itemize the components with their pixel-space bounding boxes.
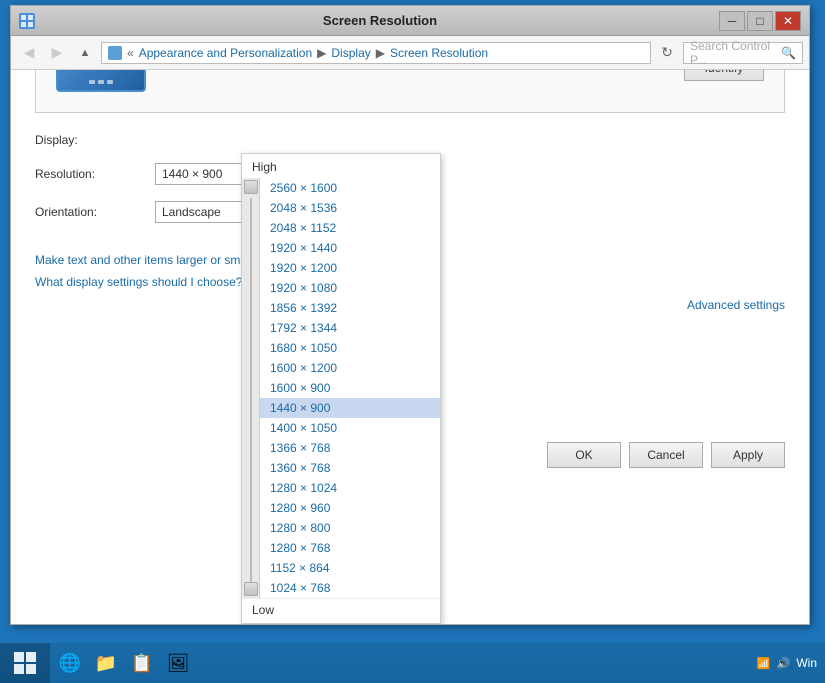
taskbar-icon-ie[interactable]: 🌐 <box>54 647 86 679</box>
minimize-button[interactable]: ─ <box>719 11 745 31</box>
close-button[interactable]: ✕ <box>775 11 801 31</box>
breadcrumb-appearance[interactable]: Appearance and Personalization <box>139 46 312 60</box>
dialog-buttons: OK Cancel Apply <box>547 442 785 468</box>
advanced-settings-link[interactable]: Advanced settings <box>687 298 785 312</box>
content-area: Change the appearance of your display 1 … <box>11 70 809 624</box>
display-value <box>155 133 785 147</box>
taskbar-icons: 🌐 📁 📋 🖼 <box>50 647 198 679</box>
refresh-button[interactable]: ↻ <box>655 41 679 65</box>
monitor-area: 1 Detect Identify <box>35 70 785 113</box>
resolution-value: 1440 × 900 <box>162 167 222 181</box>
main-window: Screen Resolution ─ □ ✕ ◀ ▶ ▲ « Appearan… <box>10 5 810 625</box>
taskbar-icon-photos[interactable]: 🖼 <box>162 647 194 679</box>
resolution-item[interactable]: 1280 × 1024 <box>260 478 440 498</box>
resolution-item[interactable]: 1680 × 1050 <box>260 338 440 358</box>
orientation-value: Landscape <box>162 205 221 219</box>
dropdown-list: 2560 × 16002048 × 15362048 × 11521920 × … <box>242 178 440 598</box>
resolution-item[interactable]: 1600 × 1200 <box>260 358 440 378</box>
slider-track <box>242 178 260 598</box>
start-button[interactable] <box>0 643 50 683</box>
taskbar-volume-icon: 🔊 <box>777 657 791 670</box>
monitor-number: 1 <box>91 70 111 73</box>
resolution-item[interactable]: 1856 × 1392 <box>260 298 440 318</box>
resolution-item[interactable]: 1280 × 800 <box>260 518 440 538</box>
monitor-dots <box>89 80 113 84</box>
resolution-dropdown-overlay: High 2560 × 16002048 × 15362048 × 115219… <box>241 153 441 624</box>
cancel-button[interactable]: Cancel <box>629 442 703 468</box>
window-controls: ─ □ ✕ <box>719 11 801 31</box>
make-text-link[interactable]: Make text and other items larger or smal… <box>35 253 263 267</box>
resolution-item[interactable]: 1024 × 768 <box>260 578 440 598</box>
taskbar-right: 📶 🔊 Win <box>749 643 825 683</box>
resolution-label: Resolution: <box>35 167 155 181</box>
resolution-item[interactable]: 2048 × 1152 <box>260 218 440 238</box>
windows-logo-icon <box>14 652 36 674</box>
identify-button[interactable]: Identify <box>684 70 764 81</box>
slider-line <box>250 198 252 592</box>
resolution-item[interactable]: 1360 × 768 <box>260 458 440 478</box>
resolution-item[interactable]: 2048 × 1536 <box>260 198 440 218</box>
taskbar-network-icon: 📶 <box>757 657 771 670</box>
resolution-item[interactable]: 1920 × 1080 <box>260 278 440 298</box>
address-bar: ◀ ▶ ▲ « Appearance and Personalization ▶… <box>11 36 809 70</box>
breadcrumb-resolution[interactable]: Screen Resolution <box>390 46 488 60</box>
win-label: Win <box>796 656 817 670</box>
display-row: Display: <box>35 133 785 147</box>
forward-button[interactable]: ▶ <box>45 41 69 65</box>
taskbar: 🌐 📁 📋 🖼 📶 🔊 Win <box>0 643 825 683</box>
apply-button[interactable]: Apply <box>711 442 785 468</box>
search-box[interactable]: Search Control P... 🔍 <box>683 42 803 64</box>
resolution-item[interactable]: 1600 × 900 <box>260 378 440 398</box>
maximize-button[interactable]: □ <box>747 11 773 31</box>
monitor-image: 1 <box>56 70 146 92</box>
back-button[interactable]: ◀ <box>17 41 41 65</box>
resolution-item[interactable]: 1400 × 1050 <box>260 418 440 438</box>
resolution-item[interactable]: 1920 × 1200 <box>260 258 440 278</box>
title-bar: Screen Resolution ─ □ ✕ <box>11 6 809 36</box>
dropdown-low-label: Low <box>242 598 440 623</box>
breadcrumb-display[interactable]: Display <box>331 46 370 60</box>
display-settings-link[interactable]: What display settings should I choose? <box>35 275 242 289</box>
resolution-item[interactable]: 1280 × 960 <box>260 498 440 518</box>
taskbar-icon-explorer[interactable]: 📁 <box>90 647 122 679</box>
resolution-item[interactable]: 1280 × 768 <box>260 538 440 558</box>
display-label: Display: <box>35 133 155 147</box>
resolution-item[interactable]: 1152 × 864 <box>260 558 440 578</box>
ok-button[interactable]: OK <box>547 442 621 468</box>
search-icon: 🔍 <box>781 46 796 60</box>
resolution-item[interactable]: 2560 × 1600 <box>260 178 440 198</box>
window-title: Screen Resolution <box>41 13 719 28</box>
resolution-item[interactable]: 1366 × 768 <box>260 438 440 458</box>
resolutions-list: 2560 × 16002048 × 15362048 × 11521920 × … <box>260 178 440 598</box>
detect-buttons: Detect Identify <box>684 70 764 81</box>
resolution-item[interactable]: 1792 × 1344 <box>260 318 440 338</box>
slider-handle[interactable] <box>244 180 258 194</box>
taskbar-icon-media[interactable]: 📋 <box>126 647 158 679</box>
resolution-item[interactable]: 1440 × 900 <box>260 398 440 418</box>
window-icon <box>19 13 35 29</box>
address-path[interactable]: « Appearance and Personalization ▶ Displ… <box>101 42 651 64</box>
resolution-item[interactable]: 1920 × 1440 <box>260 238 440 258</box>
search-placeholder: Search Control P... <box>690 39 781 67</box>
dropdown-high-label: High <box>242 154 440 178</box>
orientation-label: Orientation: <box>35 205 155 219</box>
up-button[interactable]: ▲ <box>73 41 97 65</box>
